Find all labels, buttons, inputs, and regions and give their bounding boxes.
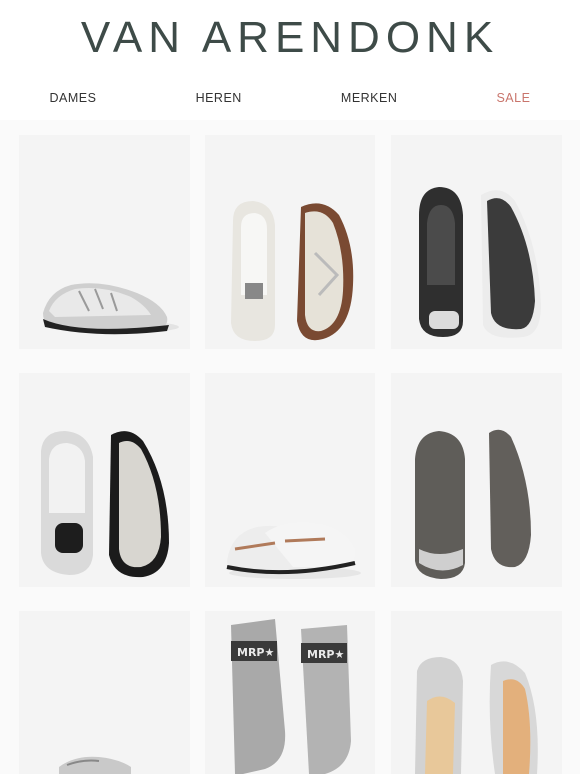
nav-item-dames[interactable]: DAMES — [50, 91, 97, 105]
sock-label-left: MRP★ — [237, 646, 274, 659]
product-image-grey-diadora-sneaker — [41, 431, 169, 578]
product-card-3[interactable] — [391, 135, 562, 349]
product-card-8[interactable]: MRP★ MRP★ — [205, 611, 375, 774]
product-image-silver-chunky-sneaker — [43, 283, 179, 335]
product-card-5[interactable] — [205, 373, 375, 587]
product-card-6[interactable] — [391, 373, 562, 587]
product-card-4[interactable] — [19, 373, 190, 587]
nav-item-heren[interactable]: HEREN — [196, 91, 242, 105]
product-image-white-grey-sneaker — [226, 522, 361, 579]
product-image-grey-socks: MRP★ MRP★ — [231, 619, 351, 774]
nav-item-merken[interactable]: MERKEN — [341, 91, 397, 105]
product-image-black-metallic-sneaker — [419, 187, 541, 338]
product-card-1[interactable] — [19, 135, 190, 349]
product-card-7[interactable] — [19, 611, 190, 774]
nav-item-sale[interactable]: SALE — [496, 91, 530, 105]
product-card-9[interactable] — [391, 611, 562, 774]
product-card-2[interactable] — [205, 135, 375, 349]
sock-label-right: MRP★ — [307, 648, 344, 661]
product-grid: MRP★ MRP★ — [0, 120, 580, 774]
product-image-grey-suede-slipon — [415, 421, 541, 579]
product-image-white-beige-sneaker — [231, 201, 354, 341]
main-navigation: DAMES HEREN MERKEN SALE — [0, 76, 580, 121]
header: VAN ARENDONK — [0, 0, 580, 76]
brand-logo[interactable]: VAN ARENDONK — [81, 13, 499, 63]
product-image-silver-sneaker-partial — [59, 756, 131, 774]
product-image-silver-ballet-flats — [415, 657, 538, 774]
